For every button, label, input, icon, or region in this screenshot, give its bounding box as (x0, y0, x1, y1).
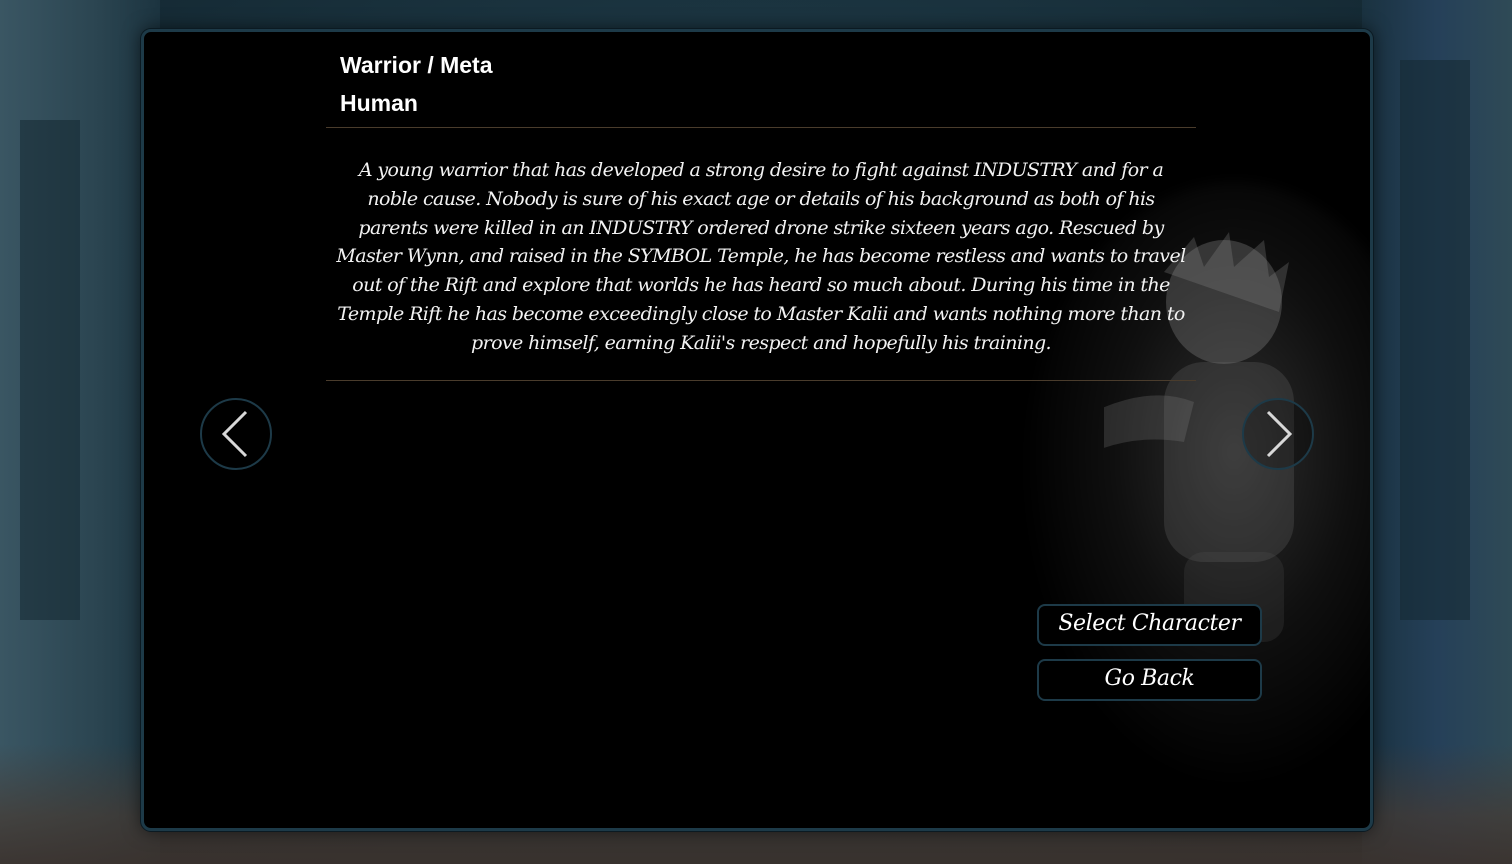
previous-character-button[interactable] (200, 398, 272, 470)
background-tower (20, 120, 80, 620)
go-back-button[interactable]: Go Back (1037, 659, 1262, 701)
select-character-button[interactable]: Select Character (1037, 604, 1262, 646)
character-select-panel: Warrior / Meta Human A young warrior tha… (141, 29, 1373, 831)
next-character-button[interactable] (1242, 398, 1314, 470)
character-class: Warrior / Meta (340, 52, 493, 78)
background-tower (1400, 60, 1470, 620)
chevron-right-icon (1266, 410, 1293, 458)
character-race: Human (340, 90, 418, 116)
character-description: A young warrior that has developed a str… (336, 159, 1186, 354)
chevron-left-icon (221, 410, 248, 458)
divider (326, 380, 1196, 381)
divider (326, 127, 1196, 128)
